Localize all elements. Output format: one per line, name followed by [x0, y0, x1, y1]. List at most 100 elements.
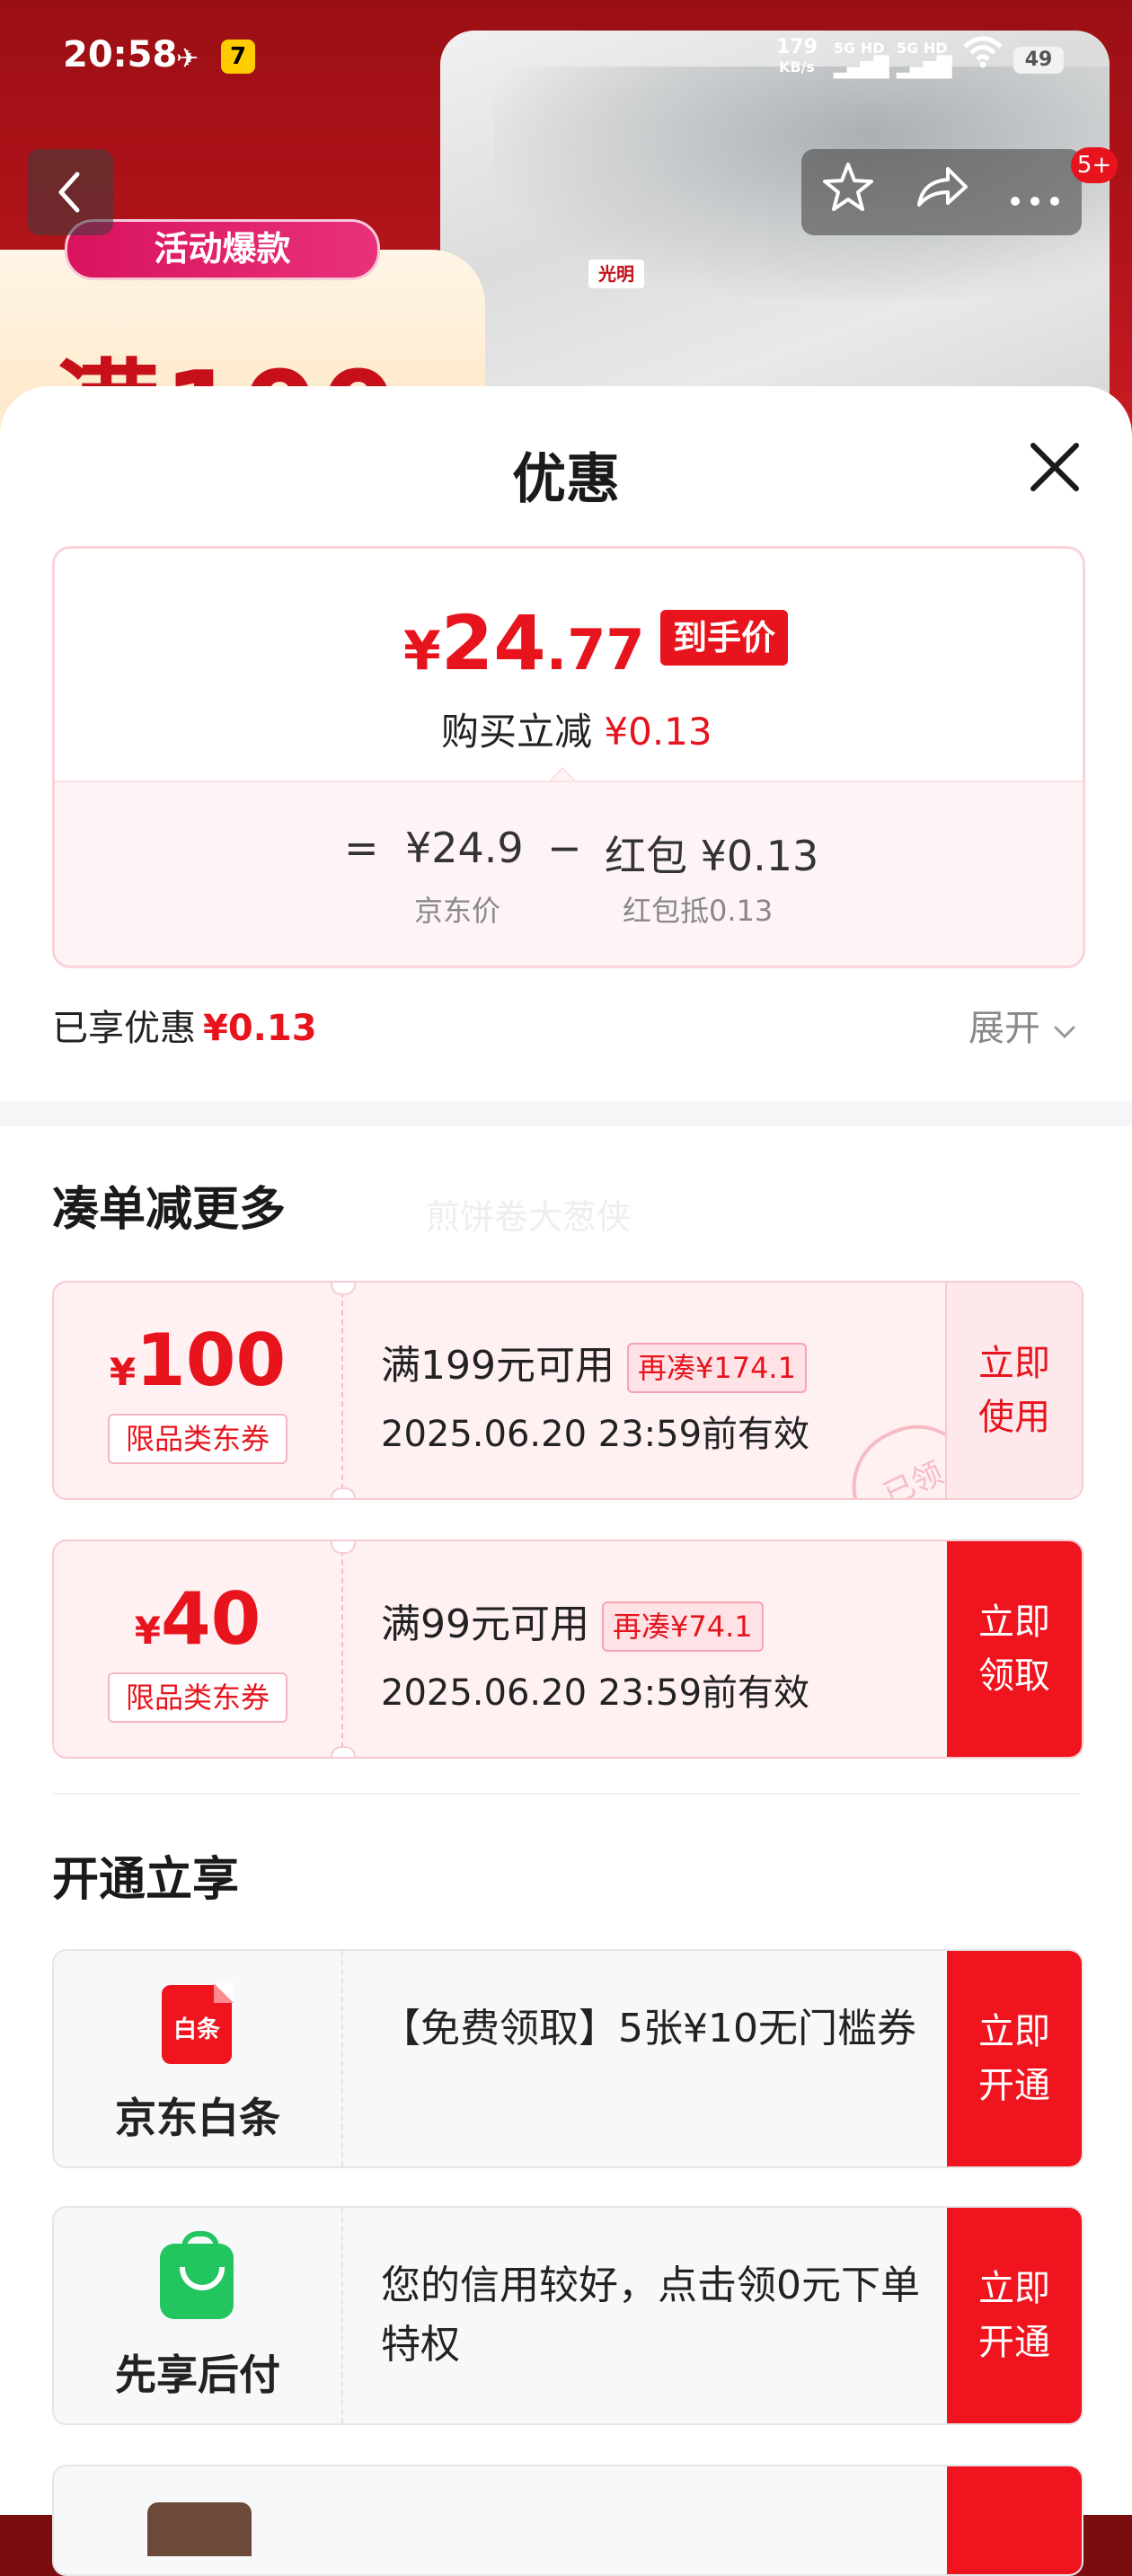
open-section-title: 开通立享	[52, 1853, 240, 1907]
app-notification-icon: 7	[221, 40, 255, 74]
coupon-condition-text: 满99元可用	[381, 1601, 589, 1647]
shopping-bag-handle	[181, 2231, 219, 2258]
coupon-value-area: ¥100 限品类东券	[54, 1283, 341, 1498]
service-card-partial[interactable]	[52, 2465, 1083, 2576]
coupon-separator	[341, 1283, 343, 1498]
top-action-group	[801, 149, 1082, 235]
signal-bars-icon: ▂▄▆█	[834, 57, 889, 79]
final-price-tag: 到手价	[660, 610, 788, 666]
service-description: 您的信用较好，点击领0元下单特权	[381, 2263, 920, 2368]
price-summary: ¥24.77 到手价 购买立减 ¥0.13	[55, 549, 1083, 781]
enjoyed-discount: 已享优惠 ¥0.13	[52, 999, 317, 1051]
coupon-amount: ¥40	[54, 1577, 341, 1661]
notification-icon: ✈	[176, 43, 199, 75]
more-button[interactable]	[1008, 167, 1062, 217]
use-now-button[interactable]: 立即使用	[945, 1283, 1082, 1498]
coupon-amount-value: 100	[136, 1319, 287, 1402]
shopping-bag-smile	[180, 2267, 225, 2290]
battery-indicator: 49	[1013, 47, 1064, 74]
coupon-value-area: ¥40 限品类东券	[54, 1541, 341, 1757]
network-speed-unit: KB/s	[778, 58, 815, 75]
instant-discount-label: 购买立减	[441, 710, 593, 754]
enjoyed-discount-value: ¥0.13	[203, 1008, 317, 1049]
claim-now-button[interactable]: 立即领取	[947, 1541, 1082, 1757]
combine-section-title: 凑单减更多	[52, 1183, 287, 1237]
coupon-condition: 满199元可用 再凑¥174.1	[381, 1333, 807, 1393]
coupon-expiry: 2025.06.20 23:59前有效	[381, 1414, 810, 1455]
final-price: ¥24.77	[403, 599, 645, 687]
coupon-gap-tag: 再凑¥74.1	[602, 1601, 764, 1652]
coupon-amount: ¥100	[54, 1319, 341, 1402]
coupon-gap-tag: 再凑¥174.1	[626, 1343, 807, 1393]
coupon-amount-value: 40	[160, 1577, 261, 1661]
back-button[interactable]	[27, 149, 113, 235]
share-icon	[916, 167, 968, 207]
coupon-type: 限品类东券	[108, 1672, 287, 1723]
enjoyed-discount-label: 已享优惠	[52, 1008, 196, 1049]
more-dots-icon	[1011, 197, 1060, 206]
signal-sim1: 5G HD ▂▄▆█	[834, 40, 889, 79]
open-now-label: 立即开通	[978, 2268, 1050, 2363]
activity-pill: 活动爆款	[65, 219, 380, 280]
watermark: 煎饼卷大葱侠	[426, 1197, 632, 1237]
formula-redpacket: 红包 ¥0.13	[605, 832, 819, 880]
coupon-currency: ¥	[134, 1609, 161, 1653]
formula-jd-price: ¥24.9	[405, 824, 524, 872]
coupon-notch	[331, 1283, 356, 1295]
chevron-left-icon	[58, 172, 80, 213]
expand-label: 展开	[968, 1008, 1040, 1049]
open-now-button[interactable]: 立即开通	[947, 2208, 1082, 2423]
service-brand-area: 先享后付	[54, 2208, 341, 2423]
price-breakdown-card: ¥24.77 到手价 购买立减 ¥0.13 = ¥24.9 − 红包 ¥0.13…	[52, 546, 1085, 968]
claim-now-label: 立即领取	[978, 1601, 1050, 1697]
service-name: 先享后付	[115, 2351, 280, 2399]
section-divider	[0, 1101, 1132, 1126]
service-separator	[341, 2208, 343, 2423]
service-description: 【免费领取】5张¥10无门槛券	[381, 2006, 916, 2051]
final-price-integer: 24	[440, 599, 546, 687]
price-formula: = ¥24.9 − 红包 ¥0.13 京东价 红包抵0.13	[55, 781, 1083, 966]
network-speed-value: 179	[776, 36, 818, 58]
network-speed: 179 KB/s	[776, 38, 818, 77]
close-icon	[1030, 443, 1079, 491]
sheet-title: 优惠	[512, 448, 620, 511]
open-now-label: 立即开通	[978, 2011, 1050, 2106]
baitiao-icon: 白条	[162, 1983, 234, 2064]
formula-equals: =	[344, 824, 379, 872]
share-button[interactable]	[914, 163, 969, 221]
service-card-paylater[interactable]: 先享后付 您的信用较好，点击领0元下单特权 立即开通	[52, 2206, 1083, 2425]
close-button[interactable]	[1022, 435, 1087, 499]
status-time: 20:58	[63, 34, 178, 75]
signal-bars-icon: ▂▄▆█	[897, 57, 952, 79]
use-now-label: 立即使用	[978, 1343, 1050, 1438]
coupon-currency: ¥	[109, 1350, 137, 1394]
coupon-card[interactable]: ¥100 限品类东券 满199元可用 再凑¥174.1 2025.06.20 23…	[52, 1281, 1083, 1500]
coupon-expiry: 2025.06.20 23:59前有效	[381, 1672, 810, 1714]
formula-minus: −	[547, 824, 582, 872]
section-divider-line	[52, 1793, 1080, 1795]
service-separator	[341, 1951, 343, 2166]
signal-sim2-label: 5G HD	[897, 40, 948, 57]
favorite-button[interactable]	[821, 161, 875, 224]
service-card-baitiao[interactable]: 白条 京东白条 【免费领取】5张¥10无门槛券 立即开通	[52, 1949, 1083, 2168]
wifi-icon	[963, 36, 1003, 76]
coupon-notch	[331, 1746, 356, 1757]
discount-sheet: 优惠 ¥24.77 到手价 购买立减 ¥0.13 = ¥24.9 − 红包 ¥0…	[0, 386, 1132, 2515]
coupon-notch	[331, 1541, 356, 1554]
coupon-card[interactable]: ¥40 限品类东券 满99元可用 再凑¥74.1 2025.06.20 23:59…	[52, 1539, 1083, 1759]
star-icon	[822, 163, 873, 211]
signal-sim1-label: 5G HD	[834, 40, 885, 57]
coupon-separator	[341, 1541, 343, 1757]
open-now-button[interactable]	[947, 2466, 1082, 2574]
service-brand-area: 白条 京东白条	[54, 1951, 341, 2166]
open-now-button[interactable]: 立即开通	[947, 1951, 1082, 2166]
service-thumbnail	[147, 2502, 252, 2556]
expand-button[interactable]: 展开	[968, 999, 1077, 1051]
shopping-bag-icon	[160, 2231, 234, 2319]
final-price-decimal: .77	[545, 617, 645, 683]
final-price-currency: ¥	[403, 620, 441, 683]
coupon-notch	[331, 1487, 356, 1498]
product-brand-logo: 光明	[588, 260, 644, 288]
instant-discount: 购买立减 ¥0.13	[441, 701, 712, 756]
coupon-condition: 满99元可用 再凑¥74.1	[381, 1592, 764, 1652]
